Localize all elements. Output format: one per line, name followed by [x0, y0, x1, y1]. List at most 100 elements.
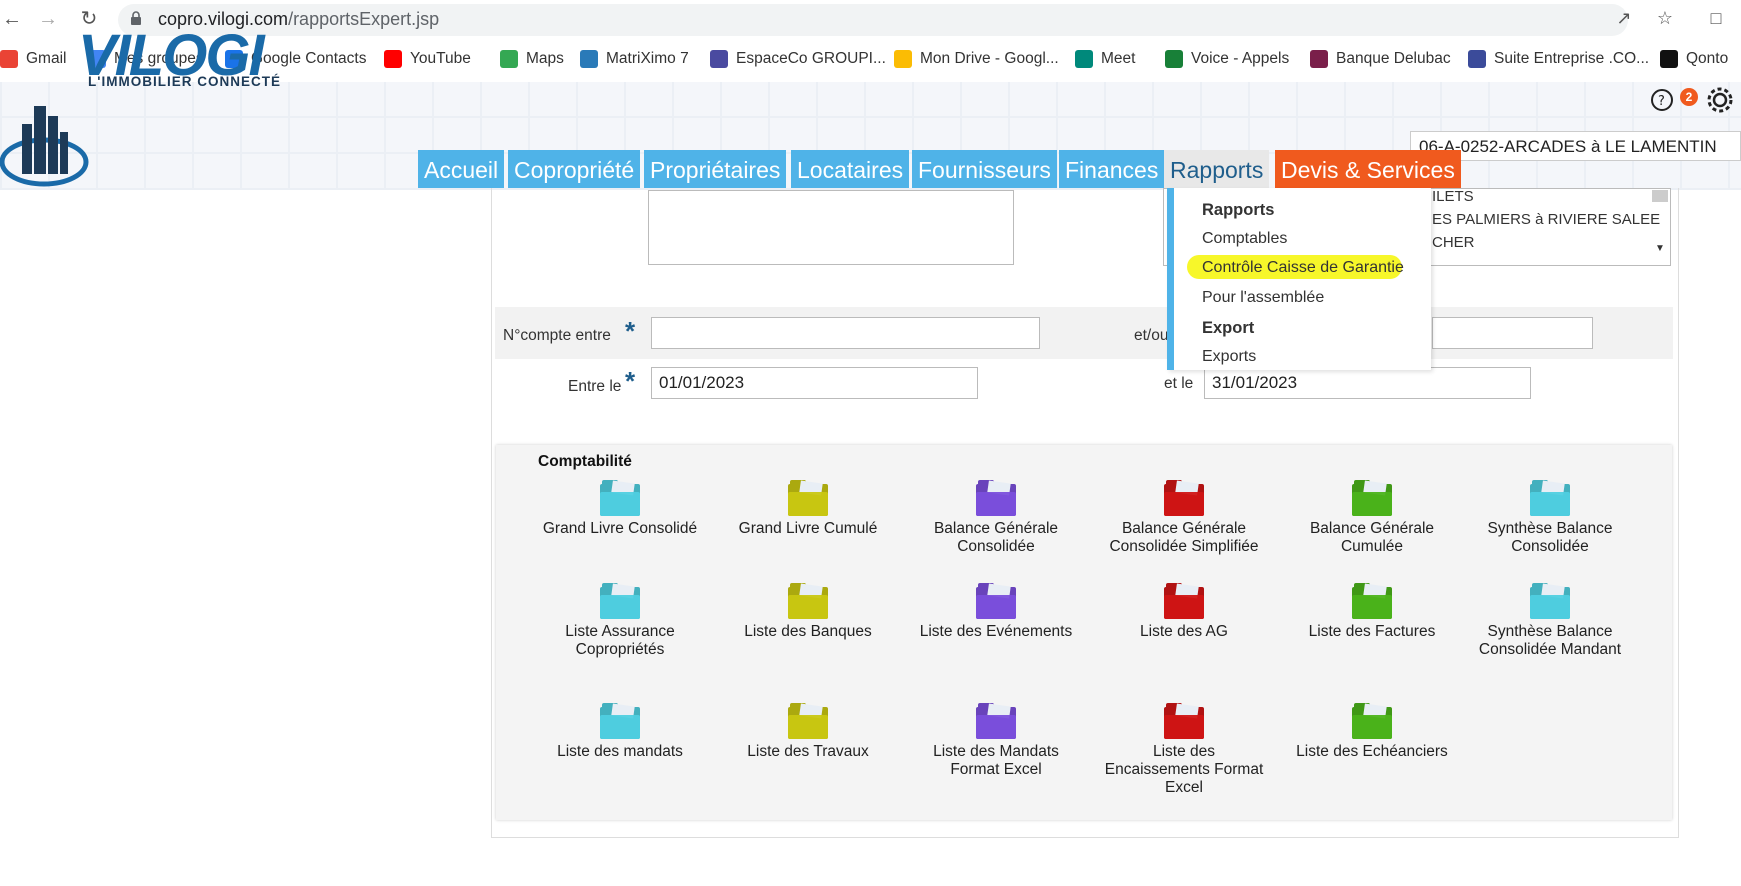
- report-item[interactable]: Liste des Factures: [1287, 583, 1457, 641]
- bookmark-item[interactable]: Mon Drive - Googl...: [894, 44, 1059, 74]
- entre-le-label: Entre le: [568, 378, 622, 395]
- report-item[interactable]: Liste des Mandats Format Excel: [911, 703, 1081, 779]
- required-star-icon: *: [625, 316, 636, 346]
- report-item[interactable]: Balance Générale Consolidée: [911, 480, 1081, 556]
- bookmark-item[interactable]: Banque Delubac: [1310, 44, 1451, 74]
- bookmark-item[interactable]: Gmail: [0, 44, 66, 74]
- bookmark-item[interactable]: Suite Entreprise .CO...: [1468, 44, 1649, 74]
- bookmark-label: Maps: [526, 50, 564, 67]
- folder-icon: [1530, 480, 1570, 516]
- back-arrow-icon[interactable]: ←: [0, 7, 24, 31]
- logo-subtitle: L'IMMOBILIER CONNECTÉ: [88, 74, 281, 89]
- bookmark-label: Gmail: [26, 50, 67, 67]
- menu-item-controle-caisse-garantie[interactable]: Contrôle Caisse de Garantie: [1202, 259, 1404, 277]
- window-icon[interactable]: □: [1704, 8, 1728, 30]
- bookmark-item[interactable]: EspaceCo GROUPI...: [710, 44, 886, 74]
- report-label: Liste Assurance Copropriétés: [565, 623, 675, 658]
- tab-proprietaires[interactable]: Propriétaires: [644, 150, 787, 188]
- bookmark-label: Meet: [1101, 50, 1136, 67]
- report-item[interactable]: Liste des Echéanciers: [1287, 703, 1457, 761]
- listbox-item[interactable]: CHER: [1432, 234, 1475, 251]
- report-item[interactable]: Liste des Travaux: [723, 703, 893, 761]
- bookmark-label: Suite Entreprise .CO...: [1494, 50, 1650, 67]
- report-item[interactable]: Grand Livre Cumulé: [723, 480, 893, 538]
- url-path: /rapportsExpert.jsp: [288, 9, 440, 29]
- tab-copropriete[interactable]: Copropriété: [508, 150, 641, 188]
- report-item[interactable]: Synthèse Balance Consolidée: [1465, 480, 1635, 556]
- bookmark-label: YouTube: [410, 50, 471, 67]
- listbox-item[interactable]: ILETS: [1432, 188, 1474, 205]
- menu-item-pour-assemblee[interactable]: Pour l'assemblée: [1202, 289, 1324, 307]
- report-label: Synthèse Balance Consolidée Mandant: [1478, 623, 1622, 658]
- share-icon[interactable]: ↗: [1612, 8, 1636, 30]
- et-le-label: et le: [1164, 375, 1194, 392]
- folder-icon: [976, 703, 1016, 739]
- bookmark-label: Voice - Appels: [1191, 50, 1290, 67]
- date-from-input[interactable]: 01/01/2023: [651, 367, 978, 399]
- report-label: Grand Livre Cumulé: [738, 520, 878, 537]
- report-item[interactable]: Synthèse Balance Consolidée Mandant: [1465, 583, 1635, 659]
- report-item[interactable]: Grand Livre Consolidé: [535, 480, 705, 538]
- ncompte-from-input[interactable]: [651, 317, 1040, 349]
- listbox-scrollbar[interactable]: [1652, 190, 1668, 202]
- meet-icon: [1075, 50, 1093, 68]
- bookmark-item[interactable]: YouTube: [384, 44, 471, 74]
- report-label: Liste des Echéanciers: [1296, 743, 1448, 760]
- bookmark-label: EspaceCo GROUPI...: [736, 50, 886, 67]
- tab-locataires[interactable]: Locataires: [791, 150, 910, 188]
- report-label: Liste des Encaissements Format Excel: [1104, 743, 1264, 796]
- menu-section-rapports: Rapports: [1202, 201, 1275, 219]
- delubac-icon: [1310, 50, 1328, 68]
- menu-item-exports[interactable]: Exports: [1202, 348, 1256, 366]
- help-chat-icon[interactable]: ?: [1650, 88, 1676, 114]
- report-item[interactable]: Liste Assurance Copropriétés: [535, 583, 705, 659]
- matriximo-icon: [580, 50, 598, 68]
- tab-rapports[interactable]: Rapports: [1164, 150, 1270, 188]
- menu-item-comptables[interactable]: Comptables: [1202, 230, 1287, 248]
- ncompte-to-input[interactable]: [1432, 317, 1593, 349]
- etou-label: et/ou: [1134, 327, 1169, 344]
- espaceco-icon: [710, 50, 728, 68]
- report-item[interactable]: Liste des Banques: [723, 583, 893, 641]
- folder-icon: [600, 583, 640, 619]
- report-item[interactable]: Balance Générale Consolidée Simplifiée: [1099, 480, 1269, 556]
- gmail-icon: [0, 50, 18, 68]
- vilogi-logo-icon[interactable]: [0, 92, 90, 188]
- bookmark-item[interactable]: Qonto: [1660, 44, 1728, 74]
- bookmark-label: Google Contacts: [251, 50, 367, 67]
- report-item[interactable]: Liste des Encaissements Format Excel: [1099, 703, 1269, 797]
- bookmark-item[interactable]: Voice - Appels: [1165, 44, 1289, 74]
- folder-icon: [1164, 703, 1204, 739]
- date-to-input[interactable]: 31/01/2023: [1204, 367, 1531, 399]
- folder-icon: [1164, 583, 1204, 619]
- report-item[interactable]: Balance Générale Cumulée: [1287, 480, 1457, 556]
- folder-icon: [600, 480, 640, 516]
- bookmark-item[interactable]: Maps: [500, 44, 564, 74]
- report-item[interactable]: Liste des Evénements: [911, 583, 1081, 641]
- comptabilite-title: Comptabilité: [538, 453, 632, 470]
- tab-devis-services[interactable]: Devis & Services: [1275, 150, 1461, 188]
- tab-finances[interactable]: Finances: [1059, 150, 1165, 188]
- suite-icon: [1468, 50, 1486, 68]
- star-icon[interactable]: ☆: [1653, 8, 1677, 30]
- report-label: Balance Générale Consolidée Simplifiée: [1109, 520, 1259, 555]
- selection-textarea[interactable]: [648, 190, 1014, 265]
- folder-icon: [788, 583, 828, 619]
- report-label: Liste des Mandats Format Excel: [933, 743, 1059, 778]
- report-label: Grand Livre Consolidé: [542, 520, 698, 537]
- report-item[interactable]: Liste des mandats: [535, 703, 705, 761]
- scroll-down-icon[interactable]: ▼: [1652, 243, 1668, 257]
- report-label: Liste des Evénements: [919, 623, 1073, 640]
- tab-accueil[interactable]: Accueil: [418, 150, 505, 188]
- report-label: Liste des mandats: [557, 743, 683, 760]
- forward-arrow-icon[interactable]: →: [36, 7, 60, 31]
- gear-icon[interactable]: [1706, 86, 1734, 114]
- voice-icon: [1165, 50, 1183, 68]
- tab-fournisseurs[interactable]: Fournisseurs: [912, 150, 1057, 188]
- bookmark-item[interactable]: Meet: [1075, 44, 1135, 74]
- listbox-item[interactable]: ES PALMIERS à RIVIERE SALEE: [1432, 211, 1660, 228]
- bookmark-item[interactable]: MatriXimo 7: [580, 44, 689, 74]
- report-item[interactable]: Liste des AG: [1099, 583, 1269, 641]
- folder-icon: [1352, 480, 1392, 516]
- folder-icon: [1530, 583, 1570, 619]
